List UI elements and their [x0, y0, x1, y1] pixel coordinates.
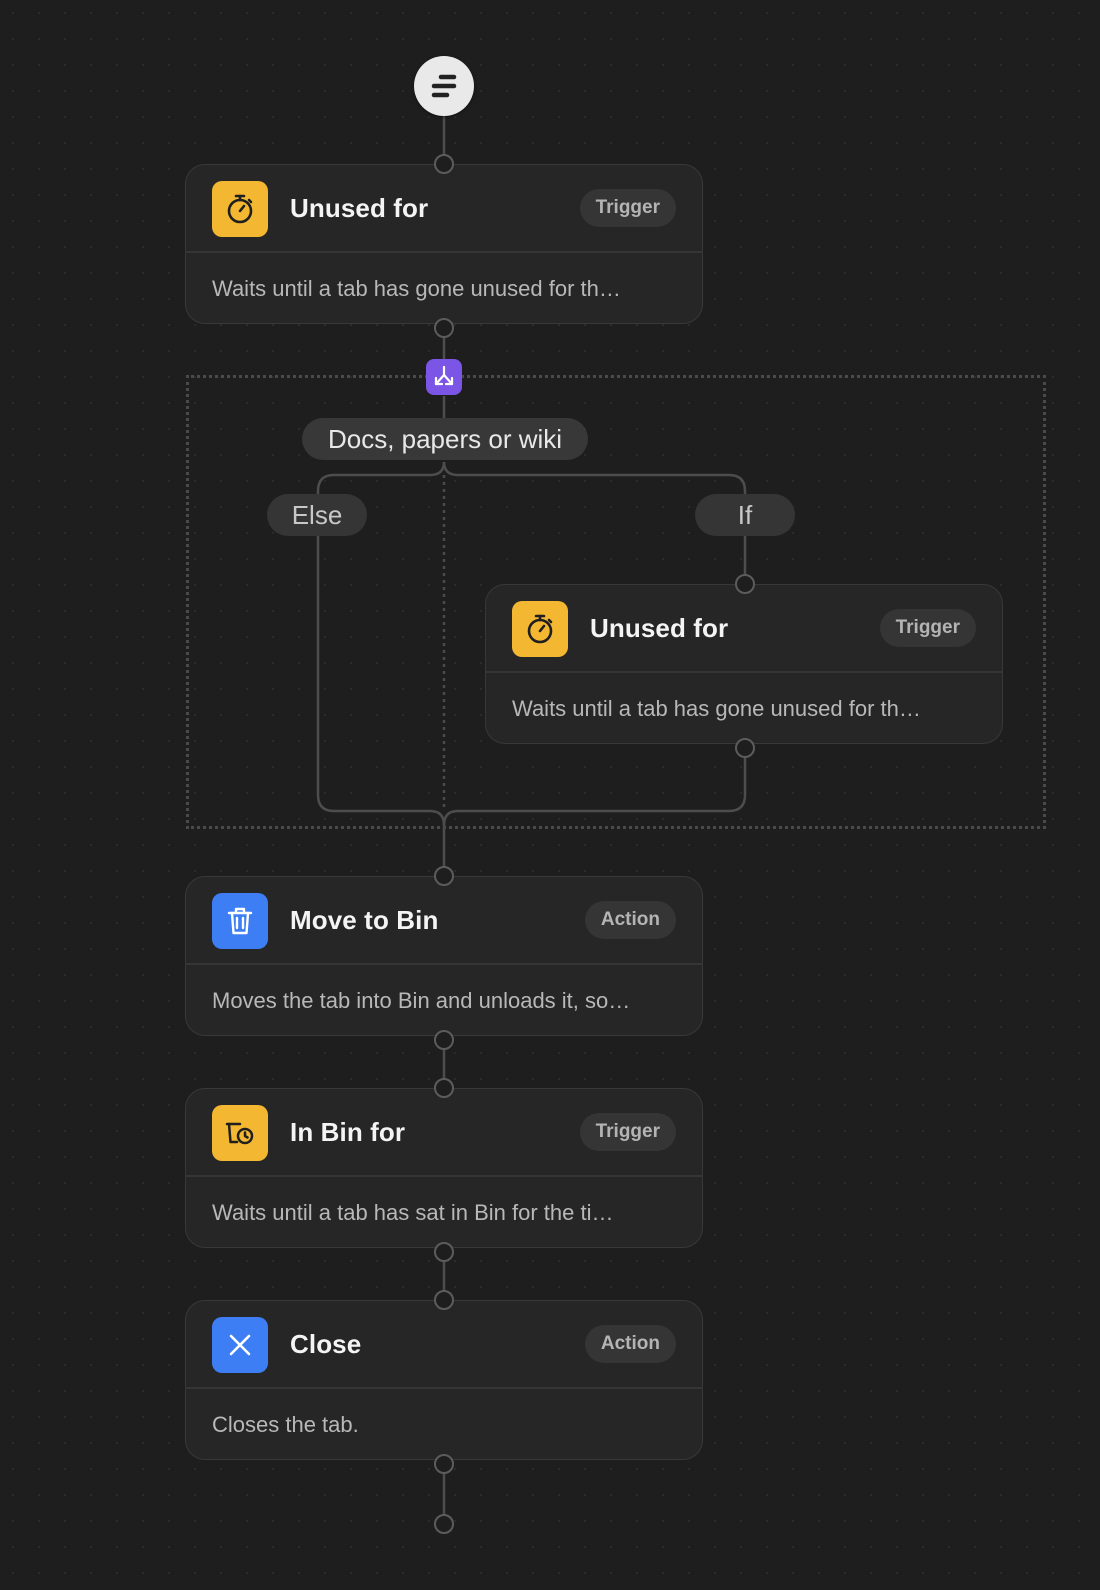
- node-title: Unused for: [290, 193, 429, 223]
- node-title: In Bin for: [290, 1117, 406, 1147]
- if-branch-label[interactable]: If: [695, 494, 795, 536]
- node-divider: [186, 1387, 702, 1389]
- node-divider: [186, 963, 702, 965]
- else-branch-label[interactable]: Else: [267, 494, 367, 536]
- node-description: Waits until a tab has gone unused for th…: [512, 696, 921, 721]
- split-arrows-icon[interactable]: [426, 359, 462, 395]
- input-port[interactable]: [735, 574, 755, 594]
- start-node[interactable]: [414, 56, 474, 116]
- node-type-badge: Trigger: [579, 189, 676, 227]
- input-port[interactable]: [434, 1290, 454, 1310]
- node-divider: [486, 671, 1002, 673]
- node-unused-for[interactable]: Unused for Trigger Waits until a tab has…: [185, 164, 703, 324]
- node-divider: [186, 251, 702, 253]
- close-x-icon: [212, 1317, 268, 1373]
- input-port[interactable]: [434, 866, 454, 886]
- node-header: In Bin for Trigger: [186, 1089, 702, 1176]
- input-port[interactable]: [434, 1078, 454, 1098]
- output-port[interactable]: [434, 1242, 454, 1262]
- node-move-to-bin[interactable]: Move to Bin Action Moves the tab into Bi…: [185, 876, 703, 1036]
- input-port[interactable]: [434, 154, 454, 174]
- node-header: Unused for Trigger: [186, 165, 702, 252]
- trash-icon: [212, 893, 268, 949]
- node-title: Close: [290, 1329, 362, 1359]
- node-description: Waits until a tab has sat in Bin for the…: [212, 1200, 614, 1225]
- stopwatch-icon: [512, 601, 568, 657]
- stopwatch-icon: [212, 181, 268, 237]
- node-header: Move to Bin Action: [186, 877, 702, 964]
- condition-label[interactable]: Docs, papers or wiki: [302, 418, 588, 460]
- node-type-badge: Trigger: [579, 1113, 676, 1151]
- node-type-badge: Action: [584, 901, 676, 939]
- output-port[interactable]: [434, 1030, 454, 1050]
- node-divider: [186, 1175, 702, 1177]
- node-header: Close Action: [186, 1301, 702, 1388]
- node-description: Moves the tab into Bin and unloads it, s…: [212, 988, 631, 1013]
- node-close[interactable]: Close Action Closes the tab.: [185, 1300, 703, 1460]
- node-description: Closes the tab.: [212, 1412, 359, 1437]
- node-unused-for-branch[interactable]: Unused for Trigger Waits until a tab has…: [485, 584, 1003, 744]
- flow-start-icon: [431, 74, 457, 98]
- end-port[interactable]: [434, 1514, 454, 1534]
- node-type-badge: Trigger: [879, 609, 976, 647]
- output-port[interactable]: [434, 318, 454, 338]
- node-title: Move to Bin: [290, 905, 439, 935]
- node-type-badge: Action: [584, 1325, 676, 1363]
- node-header: Unused for Trigger: [486, 585, 1002, 672]
- node-title: Unused for: [590, 613, 729, 643]
- output-port[interactable]: [735, 738, 755, 758]
- output-port[interactable]: [434, 1454, 454, 1474]
- node-in-bin-for[interactable]: In Bin for Trigger Waits until a tab has…: [185, 1088, 703, 1248]
- node-description: Waits until a tab has gone unused for th…: [212, 276, 621, 301]
- bin-timer-icon: [212, 1105, 268, 1161]
